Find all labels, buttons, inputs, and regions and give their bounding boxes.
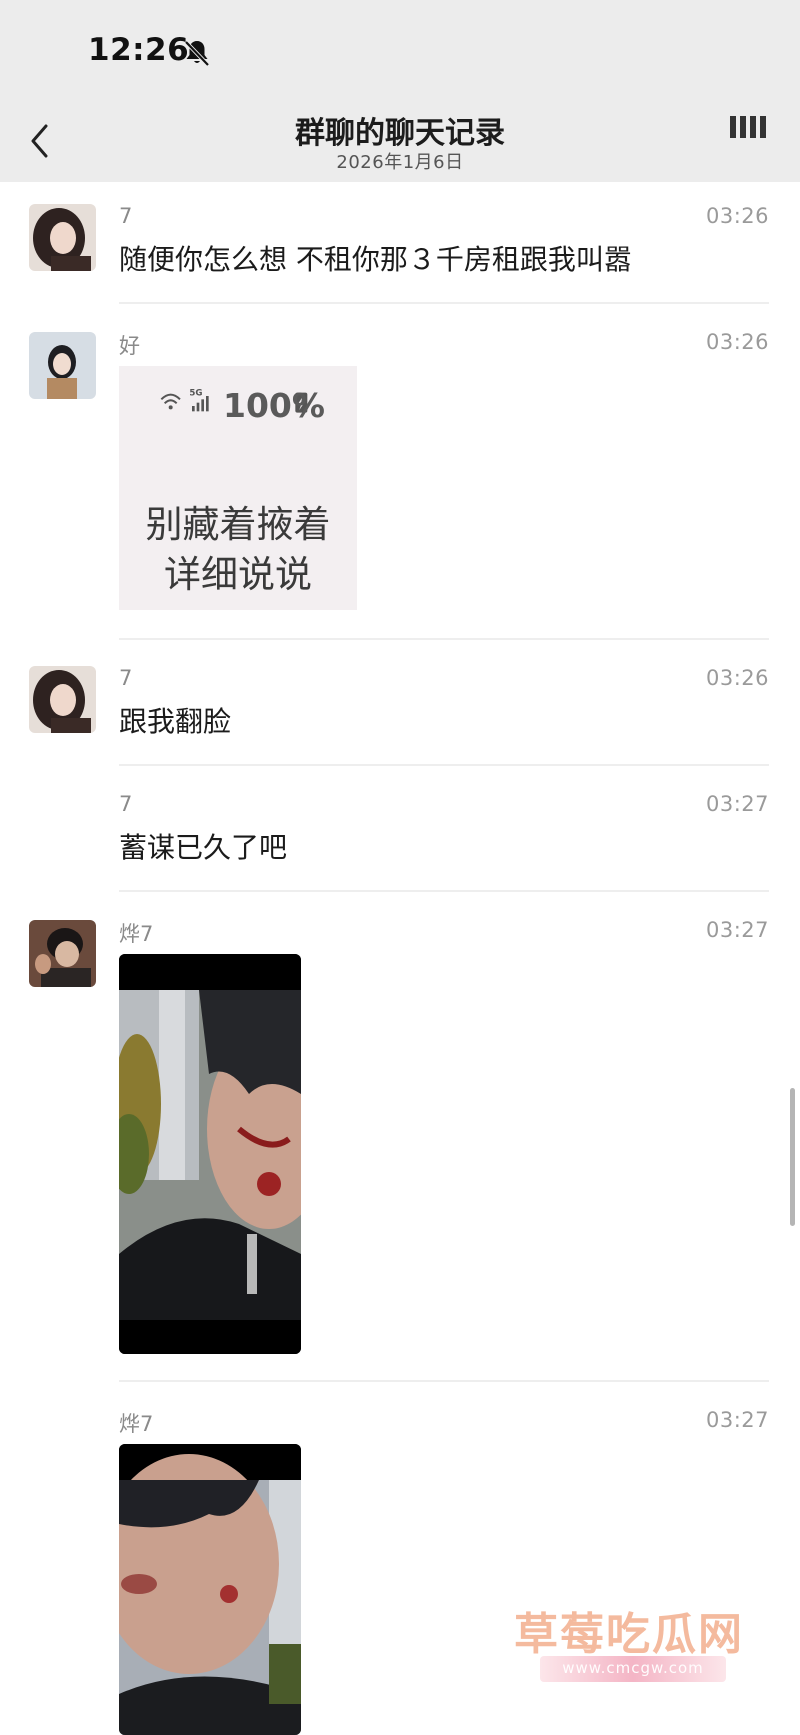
- divider: [119, 1380, 769, 1382]
- sender-name: 烨7: [119, 922, 154, 946]
- message-text: 跟我翻脸: [119, 705, 232, 738]
- watermark-url: www.cmcgw.com: [562, 1659, 704, 1677]
- sender-name: 7: [119, 792, 133, 816]
- sender-name: 好: [119, 334, 140, 358]
- bell-muted-icon: [184, 40, 210, 67]
- photo-image[interactable]: [119, 1444, 301, 1735]
- sender-name: 烨7: [119, 1412, 154, 1436]
- message-time: 03:27: [705, 918, 769, 942]
- message-text: 蓄谋已久了吧: [119, 831, 288, 864]
- watermark-title: 草莓吃瓜网: [514, 1609, 744, 1660]
- more-options-icon[interactable]: [726, 96, 770, 146]
- divider: [119, 764, 769, 766]
- message-time: 03:27: [705, 1408, 769, 1432]
- message-time: 03:27: [705, 792, 769, 816]
- navigation-header: 12:26 群聊的聊天记录 2026年1月6日: [0, 0, 800, 182]
- page-subtitle-date: 2026年1月6日: [336, 152, 464, 173]
- sender-name: 7: [119, 204, 133, 228]
- message-text: 随便你怎么想 不租你那３千房租跟我叫嚣: [119, 243, 632, 276]
- avatar[interactable]: [29, 920, 96, 987]
- sender-name: 7: [119, 666, 133, 690]
- svg-text:5G: 5G: [189, 388, 202, 398]
- divider: [119, 638, 769, 640]
- sticker-caption-line-1: 别藏着掖着: [145, 503, 331, 546]
- photo-image[interactable]: [119, 954, 301, 1354]
- divider: [119, 302, 769, 304]
- avatar[interactable]: [29, 204, 96, 271]
- page-title: 群聊的聊天记录: [295, 116, 505, 151]
- avatar[interactable]: [29, 666, 96, 733]
- message-time: 03:26: [705, 204, 769, 228]
- message-time: 03:26: [705, 330, 769, 354]
- sticker-caption-line-2: 详细说说: [164, 553, 312, 596]
- sticker-image[interactable]: 5G 100% 别藏着掖着 详细说说: [119, 366, 357, 610]
- message-time: 03:26: [705, 666, 769, 690]
- divider: [119, 890, 769, 892]
- avatar[interactable]: [29, 332, 96, 399]
- scrollbar[interactable]: [790, 1088, 795, 1226]
- sticker-percent: 100%: [223, 386, 325, 425]
- status-bar-time: 12:26: [88, 32, 190, 68]
